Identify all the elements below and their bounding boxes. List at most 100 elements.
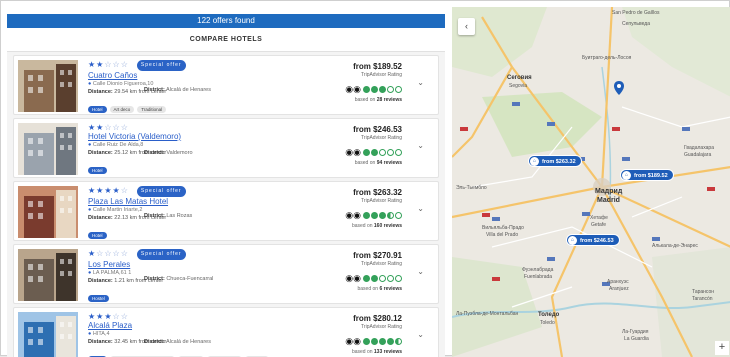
star-empty-icon: ☆ [120,60,129,69]
hotel-address: ● Calle Dionio Figueroa,10 [88,81,154,87]
location-pin-icon[interactable] [614,81,624,95]
location-icon: ● [88,270,92,276]
chevron-down-icon[interactable]: ⌄ [417,78,424,87]
hotel-photo[interactable] [18,312,78,357]
special-offer-badge: Special offer [136,60,186,71]
hotel-pin-icon: ⌂ [622,171,631,180]
rating-bubble-icon [379,148,386,156]
app-frame: 122 offers found COMPARE HOTELS ★★☆☆☆ Spe… [0,0,730,357]
hotel-card[interactable]: ★★☆☆☆ Hotel Victoria (Valdemoro) ● Calle… [13,118,439,178]
rating-bubble-icon [387,211,394,219]
star-empty-icon: ☆ [112,60,121,69]
location-icon: ● [88,142,92,148]
map-label: Сепульведа [622,21,650,27]
map-label: Мадрид [595,188,623,195]
rating-bubble-icon [363,85,370,93]
map-label: Segovia [509,83,528,89]
hotel-photo[interactable] [18,249,78,301]
map-price-pin[interactable]: ⌂ from $263.32 [528,155,582,167]
rating-bubble-icon [371,211,378,219]
tripadvisor-label: TripAdvisor Rating [361,261,402,267]
star-rating: ★★★★☆ Special offer [88,186,338,197]
hotel-card[interactable]: ★★★☆☆ Alcalá Plaza ● HITA,4 Distance: 32… [13,307,439,357]
star-empty-icon: ☆ [120,123,129,132]
compare-hotels-button[interactable]: COMPARE HOTELS [7,28,445,52]
star-empty-icon: ☆ [112,249,121,258]
tripadvisor-bubbles: ◉◉ [345,336,402,346]
results-panel: 122 offers found COMPARE HOTELS ★★☆☆☆ Spe… [7,14,445,357]
hotel-photo[interactable] [18,186,78,238]
map-label: Getafe [591,222,607,228]
rating-bubble-icon [371,337,378,345]
map-label: Гвадалахара [684,145,714,151]
rating-bubble-icon [371,274,378,282]
tripadvisor-bubbles: ◉◉ [345,273,402,283]
hotel-price: from $280.12 [353,314,402,323]
hotel-pin-icon: ⌂ [530,157,539,166]
hotel-tag: Hotel [88,167,107,174]
hotel-card[interactable]: ★★☆☆☆ Special offer Cuatro Caños ● Calle … [13,55,439,115]
hotel-tags: Hostel [88,287,338,305]
tripadvisor-label: TripAdvisor Rating [361,198,402,204]
star-rating: ★★★☆☆ [88,312,338,321]
hotel-list: ★★☆☆☆ Special offer Cuatro Caños ● Calle … [7,55,445,357]
star-filled-icon: ★ [88,186,97,195]
hotel-name-link[interactable]: Plaza Las Matas Hotel [88,197,338,207]
chevron-down-icon[interactable]: ⌄ [417,141,424,150]
price-block: from $263.32 TripAdvisor Rating ◉◉ based… [312,188,402,230]
star-filled-icon: ★ [88,249,97,258]
map-back-button[interactable]: ‹ [458,18,475,35]
map-view[interactable]: ‹ San Pedro de Gaíllos Сепульведа Буитра… [452,7,730,357]
hotel-district: District: Las Rozas [144,213,193,219]
map-price-pin[interactable]: ⌂ from $246.53 [566,234,620,246]
hotel-tags: Hotel [88,159,338,177]
star-rating: ★★☆☆☆ Special offer [88,60,338,71]
rating-bubble-icon [387,274,394,282]
hotel-district: District: Alcalá de Henares [144,87,211,93]
hotel-distance: Distance: 29.54 km from center [88,89,167,95]
hotel-photo[interactable] [18,60,78,112]
chevron-down-icon[interactable]: ⌄ [417,204,424,213]
special-offer-badge: Special offer [136,249,186,260]
hotel-name-link[interactable]: Cuatro Caños [88,71,338,81]
rating-bubble-icon [387,337,394,345]
hotel-tags: Hotel Art deco Traditional [88,98,338,116]
rating-bubble-icon [371,148,378,156]
rating-bubble-icon [363,211,370,219]
star-filled-icon: ★ [104,186,113,195]
map-label: Guadalajara [684,152,712,158]
hotel-name-link[interactable]: Hotel Victoria (Valdemoro) [88,132,338,142]
star-rating: ★★☆☆☆ [88,123,338,132]
hotel-price: from $246.53 [353,125,402,134]
star-empty-icon: ☆ [104,60,113,69]
hotel-name-link[interactable]: Los Perales [88,260,338,270]
hotel-distance: Distance: 22.13 km from center [88,215,167,221]
map-label: Toledo [540,320,555,326]
star-empty-icon: ☆ [112,312,121,321]
price-block: from $280.12 TripAdvisor Rating ◉◉ based… [312,314,402,356]
price-block: from $270.91 TripAdvisor Rating ◉◉ based… [312,251,402,293]
hotel-tags: Hotel [88,224,338,242]
location-icon: ● [88,331,92,337]
hotel-card[interactable]: ★☆☆☆☆ Special offer Los Perales ● LA PALM… [13,244,439,304]
star-filled-icon: ★ [88,60,97,69]
hotel-photo[interactable] [18,123,78,175]
map-zoom-in-button[interactable]: + [715,341,729,355]
tripadvisor-owl-icon: ◉◉ [345,84,361,94]
hotel-pin-icon: ⌂ [568,236,577,245]
star-filled-icon: ★ [112,186,121,195]
review-count: based on 94 reviews [354,160,402,166]
chevron-down-icon[interactable]: ⌄ [417,330,424,339]
chevron-down-icon[interactable]: ⌄ [417,267,424,276]
hotel-tag: Hotel [88,232,107,239]
price-block: from $189.52 TripAdvisor Rating ◉◉ based… [312,62,402,104]
star-filled-icon: ★ [104,312,113,321]
location-icon: ● [88,207,92,213]
map-label: Фуэнлабрада [522,267,554,273]
hotel-card[interactable]: ★★★★☆ Special offer Plaza Las Matas Hotel… [13,181,439,241]
star-empty-icon: ☆ [120,249,129,258]
map-label: Fuenlabrada [524,274,553,280]
hotel-name-link[interactable]: Alcalá Plaza [88,321,338,331]
tripadvisor-owl-icon: ◉◉ [345,273,361,283]
map-price-pin[interactable]: ⌂ from $189.52 [620,169,674,181]
